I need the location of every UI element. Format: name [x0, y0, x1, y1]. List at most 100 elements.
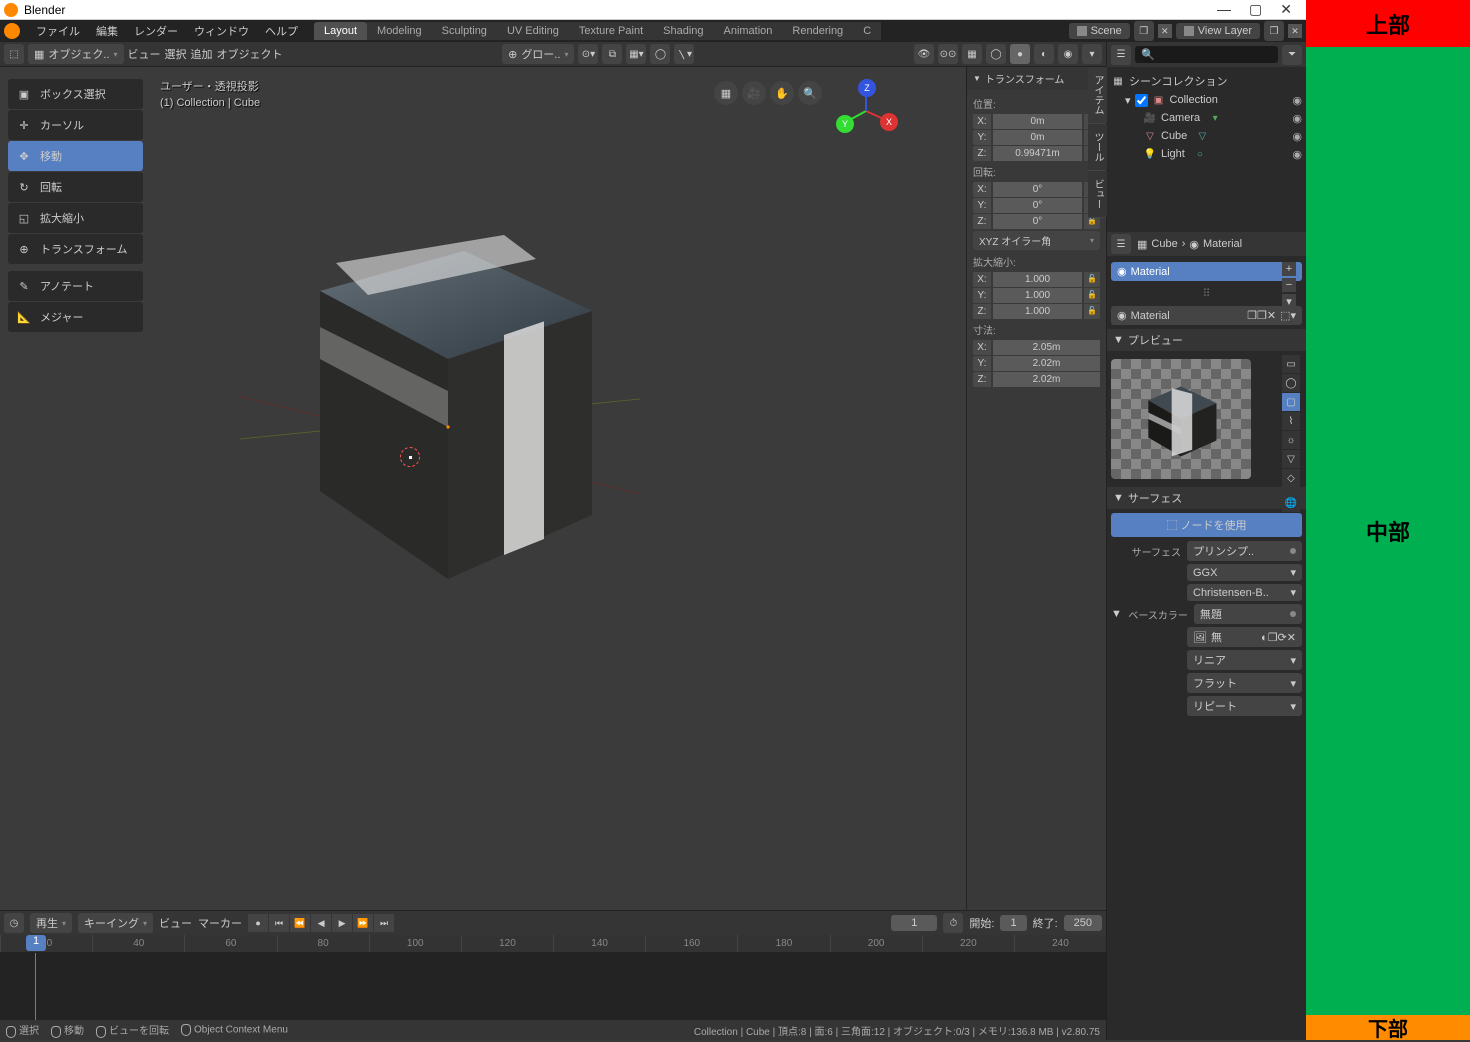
preview-sphere-button[interactable]: ◯ [1282, 374, 1300, 392]
remove-slot-button[interactable]: − [1282, 278, 1296, 292]
nav-camera-view-button[interactable]: 🎥 [742, 81, 766, 105]
scl-y-field[interactable]: 1.000 [993, 288, 1082, 303]
timeline-ruler[interactable]: 1 20 40 60 80 100 120 140 160 180 200 22… [0, 935, 1106, 953]
close-button[interactable]: ✕ [1280, 1, 1292, 18]
filter-icon[interactable]: ⏷ [1282, 45, 1302, 65]
orientation-selector[interactable]: ⊕ グロー.. ▾ [502, 44, 574, 64]
preview-cloth-button[interactable]: ▽ [1282, 450, 1300, 468]
timeline-track[interactable] [0, 953, 1106, 1020]
view-menu[interactable]: ビュー [128, 46, 161, 62]
tree-camera[interactable]: 🎥 Camera ▾ ◉ [1111, 109, 1302, 127]
tab-layout[interactable]: Layout [314, 22, 367, 40]
preview-flat-button[interactable]: ▭ [1282, 355, 1300, 373]
tree-light[interactable]: 💡 Light ○ ◉ [1111, 145, 1302, 163]
minimize-button[interactable]: — [1217, 1, 1231, 18]
visibility-icon[interactable]: ◉ [1292, 94, 1302, 107]
collection-checkbox[interactable] [1135, 94, 1148, 107]
visibility-icon[interactable]: ◉ [1292, 148, 1302, 161]
timeclock-icon[interactable]: ⏱ [943, 913, 963, 933]
drag-handle-icon[interactable]: ⠿ [1111, 287, 1302, 300]
nav-zoom-button[interactable]: 🔍 [798, 81, 822, 105]
menu-window[interactable]: ウィンドウ [186, 23, 257, 39]
loc-z-field[interactable]: 0.99471m [993, 146, 1082, 161]
select-menu[interactable]: 選択 [165, 46, 187, 62]
tool-measure[interactable]: 📐メジャー [8, 302, 143, 332]
repeat-field[interactable]: リピート▾ [1187, 696, 1302, 716]
transform-panel-header[interactable]: ▼ トランスフォーム ⠿ [967, 67, 1106, 90]
tab-more[interactable]: C [853, 22, 881, 40]
scene-selector[interactable]: Scene [1069, 23, 1130, 39]
loc-y-field[interactable]: 0m [993, 130, 1082, 145]
menu-render[interactable]: レンダー [126, 23, 186, 39]
ggx-field[interactable]: GGX▾ [1187, 564, 1302, 581]
lock-icon[interactable]: 🔓 [1084, 272, 1100, 287]
proportional-button[interactable]: ◯ [650, 44, 670, 64]
preview-fluid-button[interactable]: ◇ [1282, 469, 1300, 487]
cube-object[interactable] [240, 187, 640, 587]
linear-field[interactable]: リニア▾ [1187, 650, 1302, 670]
next-key-button[interactable]: ⏩ [353, 914, 373, 932]
axis-z[interactable]: Z [858, 79, 876, 97]
tab-shading[interactable]: Shading [653, 22, 713, 40]
shading-solid-button[interactable]: ● [1010, 44, 1030, 64]
proportional-type-button[interactable]: 〵▾ [674, 44, 694, 64]
use-nodes-button[interactable]: ⬚ ノードを使用 [1111, 513, 1302, 537]
play-button[interactable]: ▶ [332, 914, 352, 932]
lock-icon[interactable]: 🔓 [1084, 288, 1100, 303]
outliner-search[interactable]: 🔍 [1135, 46, 1278, 63]
xray-button[interactable]: ▦ [962, 44, 982, 64]
view-layer-selector[interactable]: View Layer [1176, 23, 1260, 39]
rot-z-field[interactable]: 0° [993, 214, 1082, 229]
surface-section-header[interactable]: ▼ サーフェス [1107, 487, 1306, 509]
editor-type-icon[interactable]: ⬚ [4, 44, 24, 64]
menu-edit[interactable]: 編集 [88, 23, 126, 39]
snap-type-button[interactable]: ▦▾ [626, 44, 646, 64]
pivot-button[interactable]: ⊙▾ [578, 44, 598, 64]
npanel-tab-tool[interactable]: ツール [1088, 124, 1107, 170]
tab-rendering[interactable]: Rendering [782, 22, 853, 40]
tab-texture-paint[interactable]: Texture Paint [569, 22, 653, 40]
axis-gizmo[interactable]: X Y Z [836, 81, 896, 141]
tool-rotate[interactable]: ↻回転 [8, 172, 143, 202]
preview-hair-button[interactable]: ⌇ [1282, 412, 1300, 430]
current-frame-field[interactable]: 1 [891, 915, 937, 931]
shading-wireframe-button[interactable]: ◯ [986, 44, 1006, 64]
shading-matprev-button[interactable]: ◐ [1034, 44, 1054, 64]
3d-viewport[interactable]: ユーザー・透視投影 (1) Collection | Cube ▣ボックス選択 … [0, 67, 966, 910]
visibility-button[interactable]: 👁 [914, 44, 934, 64]
add-menu[interactable]: 追加 [191, 46, 213, 62]
axis-x[interactable]: X [880, 113, 898, 131]
shading-options-button[interactable]: ▾ [1082, 44, 1102, 64]
marker-menu[interactable]: マーカー [198, 915, 242, 931]
material-name-field[interactable]: ◉ Material ❐❐✕ ⬚▾ [1111, 306, 1302, 325]
axis-y[interactable]: Y [836, 115, 854, 133]
tab-uv-editing[interactable]: UV Editing [497, 22, 569, 40]
timeline-editor-icon[interactable]: ◷ [4, 913, 24, 933]
dim-y-field[interactable]: 2.02m [993, 356, 1100, 371]
tool-cursor[interactable]: ✛カーソル [8, 110, 143, 140]
jump-start-button[interactable]: ⏮ [269, 914, 289, 932]
loc-x-field[interactable]: 0m [993, 114, 1082, 129]
image-field[interactable]: 🖼 無 ◐❐⟳✕ [1187, 627, 1302, 647]
collapse-icon[interactable]: ▼ [1111, 608, 1122, 620]
cb-field[interactable]: Christensen-B..▾ [1187, 584, 1302, 601]
material-slot[interactable]: ◉ Material [1111, 262, 1302, 281]
tree-scene-collection[interactable]: ▦ シーンコレクション [1111, 71, 1302, 91]
dim-x-field[interactable]: 2.05m [993, 340, 1100, 355]
visibility-icon[interactable]: ◉ [1292, 130, 1302, 143]
autokey-button[interactable]: ● [248, 914, 268, 932]
playhead[interactable]: 1 [26, 935, 46, 951]
layer-delete-button[interactable]: ✕ [1288, 24, 1302, 38]
timeline-view-menu[interactable]: ビュー [159, 915, 192, 931]
surface-shader-field[interactable]: プリンシプ.. [1187, 541, 1302, 561]
scene-delete-button[interactable]: ✕ [1158, 24, 1172, 38]
scl-z-field[interactable]: 1.000 [993, 304, 1082, 319]
outliner-editor-icon[interactable]: ☰ [1111, 45, 1131, 65]
rot-y-field[interactable]: 0° [993, 198, 1082, 213]
rot-x-field[interactable]: 0° [993, 182, 1082, 197]
menu-help[interactable]: ヘルプ [257, 23, 306, 39]
preview-section-header[interactable]: ▼ プレビュー [1107, 329, 1306, 351]
overlays-button[interactable]: ⊙⊙ [938, 44, 958, 64]
preview-world-button[interactable]: 🌐 [1282, 494, 1300, 512]
keying-menu[interactable]: キーイング▾ [78, 913, 153, 933]
